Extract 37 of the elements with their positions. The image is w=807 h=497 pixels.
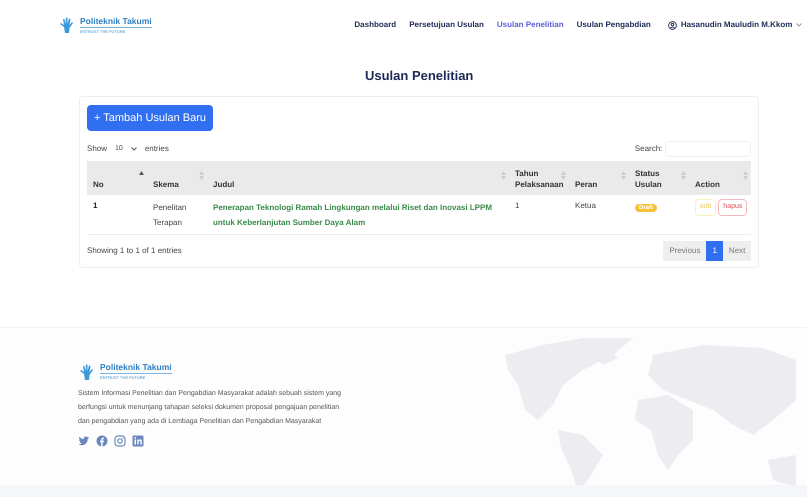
nav-link[interactable]: Dashboard [354,19,396,31]
column-header: Action [695,179,721,190]
brand-name: Politeknik Takumi [80,16,152,28]
show-label: Show [87,143,108,155]
user-menu[interactable]: Hasanudin Mauludin M.Kkom [668,19,802,31]
table-cell: Ketua [575,201,596,210]
hand-logo-icon [58,16,76,34]
pagination-button[interactable]: 1 [706,241,723,261]
nav-link[interactable]: Usulan Pengabdian [576,19,651,31]
nav-link[interactable]: Persetujuan Usulan [409,19,484,31]
nav-link[interactable]: Usulan Penelitian [496,19,564,31]
title-link[interactable]: Penerapan Teknologi Ramah Lingkungan melalui Riset dan Inovasi LPPM untuk Keberlanjutan Sumber Daya Alam [213,200,503,230]
chevron-icon [130,147,137,151]
pagination-button[interactable]: Previous [663,241,706,261]
column-header: Skema [153,179,180,190]
table-cell-text: Penelitan Terapan [153,202,188,229]
table-cell: 1 [515,201,520,210]
add-button[interactable]: + Tambah Usulan Baru [87,104,214,131]
column-header: Judul [213,179,236,190]
column-header: Tahun Pelaksanaan [515,168,563,190]
hand-logo-icon [78,362,96,380]
page-title: Usulan Penelitian [364,67,474,85]
chevron-icon [796,23,802,27]
brand-name: Politeknik Takumi [100,362,172,374]
bird-icon[interactable] [78,435,90,447]
column-header: Peran [575,179,598,190]
table-cell: 1 [93,201,98,210]
linkedin-icon[interactable] [132,435,144,447]
entries-label: entries [144,143,169,155]
search-label: Search: [634,143,662,155]
column-header: Status Usulan [635,168,663,190]
column-header: No [93,179,105,190]
pagination-button[interactable]: Next [722,241,752,261]
user-icon [668,20,677,30]
entries-info: Showing 1 to 1 of 1 entries [87,245,182,257]
instagram-icon[interactable] [114,435,126,447]
facebook-icon[interactable] [96,435,108,447]
